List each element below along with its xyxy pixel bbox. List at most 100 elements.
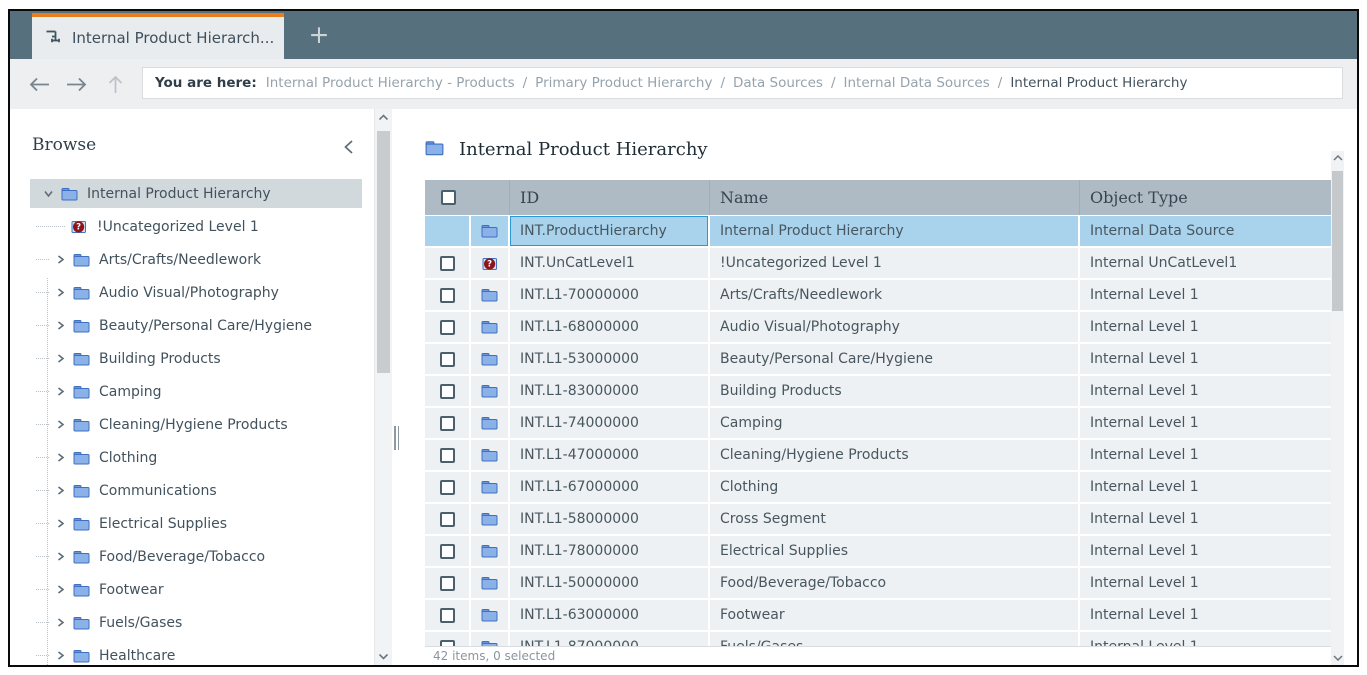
table-scrollbar-thumb[interactable] xyxy=(1332,171,1343,311)
row-checkbox[interactable] xyxy=(440,544,455,559)
row-select-cell[interactable] xyxy=(425,312,471,342)
cell-name[interactable]: Arts/Crafts/Needlework xyxy=(710,280,1080,310)
cell-name[interactable]: Camping xyxy=(710,408,1080,438)
tree-item-clothing[interactable]: Clothing xyxy=(30,443,362,472)
expand-chevron-icon[interactable] xyxy=(54,617,66,628)
cell-id[interactable]: INT.L1-50000000 xyxy=(510,568,710,598)
select-all-header[interactable] xyxy=(425,180,471,215)
table-row-int-l1-83000000[interactable]: INT.L1-83000000Building ProductsInternal… xyxy=(425,376,1341,406)
row-select-cell[interactable] xyxy=(425,280,471,310)
cell-object-type[interactable]: Internal Level 1 xyxy=(1080,632,1341,647)
cell-id[interactable]: INT.L1-87000000 xyxy=(510,632,710,647)
row-checkbox[interactable] xyxy=(440,352,455,367)
cell-name[interactable]: Cross Segment xyxy=(710,504,1080,534)
forward-button[interactable] xyxy=(64,72,90,96)
cell-id[interactable]: INT.L1-74000000 xyxy=(510,408,710,438)
cell-id[interactable]: INT.L1-63000000 xyxy=(510,600,710,630)
expand-chevron-icon[interactable] xyxy=(54,452,66,463)
cell-id[interactable]: INT.L1-47000000 xyxy=(510,440,710,470)
tree-item-footwear[interactable]: Footwear xyxy=(30,575,362,604)
table-scrollbar[interactable] xyxy=(1331,151,1344,665)
breadcrumb-item-internal-data-sources[interactable]: Internal Data Sources xyxy=(844,75,990,91)
expand-chevron-icon[interactable] xyxy=(54,320,66,331)
tree-item-building-products[interactable]: Building Products xyxy=(30,344,362,373)
cell-name[interactable]: !Uncategorized Level 1 xyxy=(710,248,1080,278)
row-select-cell[interactable] xyxy=(425,504,471,534)
row-select-cell[interactable] xyxy=(425,568,471,598)
row-checkbox[interactable] xyxy=(440,576,455,591)
tree-item-uncategorized-level-1[interactable]: ?!Uncategorized Level 1 xyxy=(30,212,362,241)
tree-item-fuels-gases[interactable]: Fuels/Gases xyxy=(30,608,362,637)
tree-item-internal-product-hierarchy[interactable]: Internal Product Hierarchy xyxy=(30,179,362,208)
cell-object-type[interactable]: Internal Level 1 xyxy=(1080,600,1341,630)
scroll-down-icon[interactable] xyxy=(375,653,392,660)
cell-name[interactable]: Food/Beverage/Tobacco xyxy=(710,568,1080,598)
cell-name[interactable]: Audio Visual/Photography xyxy=(710,312,1080,342)
cell-object-type[interactable]: Internal Level 1 xyxy=(1080,376,1341,406)
row-checkbox[interactable] xyxy=(440,448,455,463)
row-checkbox[interactable] xyxy=(440,608,455,623)
cell-name[interactable]: Clothing xyxy=(710,472,1080,502)
cell-id[interactable]: INT.L1-58000000 xyxy=(510,504,710,534)
expand-chevron-icon[interactable] xyxy=(54,353,66,364)
tree-item-food-beverage-tobacco[interactable]: Food/Beverage/Tobacco xyxy=(30,542,362,571)
cell-object-type[interactable]: Internal Level 1 xyxy=(1080,312,1341,342)
table-row-int-l1-63000000[interactable]: INT.L1-63000000FootwearInternal Level 1 xyxy=(425,600,1341,630)
scroll-up-icon[interactable] xyxy=(1331,155,1344,161)
cell-id[interactable]: INT.L1-53000000 xyxy=(510,344,710,374)
row-checkbox[interactable] xyxy=(440,416,455,431)
cell-name[interactable]: Fuels/Gases xyxy=(710,632,1080,647)
expand-chevron-icon[interactable] xyxy=(54,584,66,595)
cell-name[interactable]: Beauty/Personal Care/Hygiene xyxy=(710,344,1080,374)
cell-name[interactable]: Internal Product Hierarchy xyxy=(710,216,1080,246)
cell-id[interactable]: INT.L1-67000000 xyxy=(510,472,710,502)
table-row-int-l1-70000000[interactable]: INT.L1-70000000Arts/Crafts/NeedleworkInt… xyxy=(425,280,1341,310)
row-checkbox[interactable] xyxy=(440,320,455,335)
tree-item-communications[interactable]: Communications xyxy=(30,476,362,505)
cell-object-type[interactable]: Internal Level 1 xyxy=(1080,472,1341,502)
scroll-up-icon[interactable] xyxy=(375,114,392,121)
tree-item-audio-visual-photography[interactable]: Audio Visual/Photography xyxy=(30,278,362,307)
tree-item-camping[interactable]: Camping xyxy=(30,377,362,406)
scroll-down-icon[interactable] xyxy=(1331,655,1344,661)
sidebar-scrollbar[interactable] xyxy=(374,109,392,665)
table-row-int-l1-74000000[interactable]: INT.L1-74000000CampingInternal Level 1 xyxy=(425,408,1341,438)
row-select-cell[interactable] xyxy=(425,408,471,438)
collapse-chevron-icon[interactable] xyxy=(42,189,54,198)
cell-object-type[interactable]: Internal Level 1 xyxy=(1080,280,1341,310)
row-select-cell[interactable] xyxy=(425,376,471,406)
expand-chevron-icon[interactable] xyxy=(54,485,66,496)
select-all-checkbox[interactable] xyxy=(441,190,456,205)
tree-item-healthcare[interactable]: Healthcare xyxy=(30,641,362,665)
cell-object-type[interactable]: Internal Level 1 xyxy=(1080,568,1341,598)
cell-object-type[interactable]: Internal Level 1 xyxy=(1080,536,1341,566)
table-row-int-l1-47000000[interactable]: INT.L1-47000000Cleaning/Hygiene Products… xyxy=(425,440,1341,470)
table-row-int-l1-58000000[interactable]: INT.L1-58000000Cross SegmentInternal Lev… xyxy=(425,504,1341,534)
expand-chevron-icon[interactable] xyxy=(54,650,66,661)
table-row-int-l1-50000000[interactable]: INT.L1-50000000Food/Beverage/TobaccoInte… xyxy=(425,568,1341,598)
expand-chevron-icon[interactable] xyxy=(54,386,66,397)
expand-chevron-icon[interactable] xyxy=(54,254,66,265)
up-button[interactable] xyxy=(102,72,128,96)
expand-chevron-icon[interactable] xyxy=(54,287,66,298)
back-button[interactable] xyxy=(26,72,52,96)
expand-chevron-icon[interactable] xyxy=(54,551,66,562)
table-row-int-l1-53000000[interactable]: INT.L1-53000000Beauty/Personal Care/Hygi… xyxy=(425,344,1341,374)
cell-name[interactable]: Electrical Supplies xyxy=(710,536,1080,566)
object-type-column-header[interactable]: Object Type xyxy=(1080,180,1341,215)
id-column-header[interactable]: ID xyxy=(510,180,710,215)
tree-item-beauty-personal-care-hygiene[interactable]: Beauty/Personal Care/Hygiene xyxy=(30,311,362,340)
cell-object-type[interactable]: Internal Level 1 xyxy=(1080,504,1341,534)
tree-item-electrical-supplies[interactable]: Electrical Supplies xyxy=(30,509,362,538)
cell-object-type[interactable]: Internal Level 1 xyxy=(1080,344,1341,374)
cell-name[interactable]: Cleaning/Hygiene Products xyxy=(710,440,1080,470)
cell-object-type[interactable]: Internal Data Source xyxy=(1080,216,1341,246)
cell-id[interactable]: INT.L1-83000000 xyxy=(510,376,710,406)
row-select-cell[interactable] xyxy=(425,440,471,470)
cell-object-type[interactable]: Internal Level 1 xyxy=(1080,408,1341,438)
cell-object-type[interactable]: Internal Level 1 xyxy=(1080,440,1341,470)
breadcrumb-item-primary-product-hierarchy[interactable]: Primary Product Hierarchy xyxy=(535,75,712,91)
expand-chevron-icon[interactable] xyxy=(54,518,66,529)
cell-name[interactable]: Footwear xyxy=(710,600,1080,630)
row-checkbox[interactable] xyxy=(440,480,455,495)
